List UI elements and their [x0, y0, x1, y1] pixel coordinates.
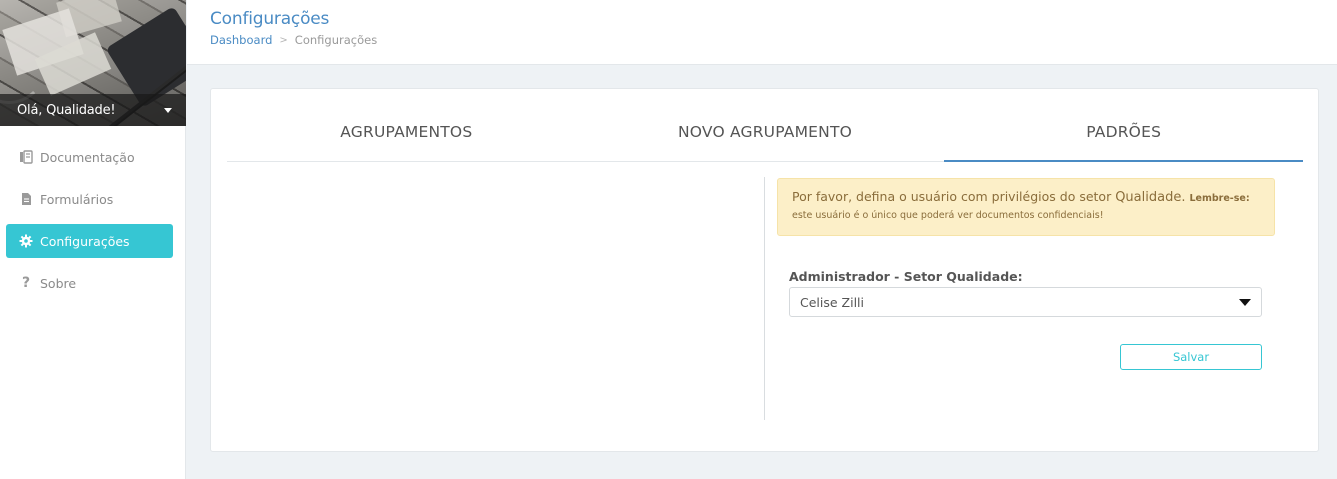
page-title: Configurações	[210, 9, 330, 29]
tab-padroes[interactable]: PADRÕES	[944, 103, 1303, 162]
page-header: Configurações Dashboard > Configurações	[187, 0, 1337, 65]
sidebar-item-label: Documentação	[40, 149, 135, 165]
alert-highlight: Qualidade.	[1115, 190, 1186, 205]
question-icon: ?	[21, 275, 31, 291]
alert-reminder-text: este usuário é o único que poderá ver do…	[792, 210, 1104, 221]
sidebar-item-label: Configurações	[40, 233, 130, 249]
tab-bar: AGRUPAMENTOS NOVO AGRUPAMENTO PADRÕES	[227, 103, 1303, 162]
settings-card: AGRUPAMENTOS NOVO AGRUPAMENTO PADRÕES Po…	[210, 88, 1319, 452]
sidebar-item-label: Formulários	[40, 191, 114, 207]
sidebar: Olá, Qualidade! Documentação Formulários…	[0, 0, 186, 479]
column-divider	[764, 177, 765, 420]
profile-banner: Olá, Qualidade!	[0, 0, 186, 126]
save-button[interactable]: Salvar	[1120, 344, 1262, 370]
tab-agrupamentos[interactable]: AGRUPAMENTOS	[227, 103, 586, 161]
admin-select[interactable]: Celise Zilli	[789, 287, 1262, 317]
breadcrumb-current: Configurações	[294, 33, 378, 47]
alert-reminder-label: Lembre-se:	[1189, 193, 1250, 204]
sidebar-item-configuracoes[interactable]: Configurações	[6, 224, 173, 258]
sidebar-item-formularios[interactable]: Formulários	[6, 182, 173, 216]
admin-field-label: Administrador - Setor Qualidade:	[789, 269, 1023, 284]
caret-down-icon	[1239, 298, 1251, 306]
admin-select-value: Celise Zilli	[800, 294, 864, 310]
user-greeting: Olá, Qualidade!	[17, 102, 116, 118]
caret-down-icon	[164, 107, 172, 113]
sidebar-item-documentacao[interactable]: Documentação	[6, 140, 173, 174]
sidebar-item-sobre[interactable]: ? Sobre	[6, 266, 173, 300]
gear-icon	[19, 234, 33, 248]
sidebar-item-label: Sobre	[40, 275, 77, 291]
warning-alert: Por favor, defina o usuário com privilég…	[777, 178, 1275, 236]
alert-text: Por favor, defina o usuário com privilég…	[792, 189, 1112, 204]
file-icon	[19, 192, 33, 206]
sidebar-nav: Documentação Formulários Configurações ?…	[0, 126, 185, 300]
book-icon	[19, 150, 33, 164]
chevron-right-icon: >	[279, 34, 288, 46]
user-menu-toggle[interactable]: Olá, Qualidade!	[0, 94, 186, 126]
tab-novo-agrupamento[interactable]: NOVO AGRUPAMENTO	[586, 103, 945, 161]
breadcrumb: Dashboard > Configurações	[210, 33, 377, 47]
breadcrumb-dashboard-link[interactable]: Dashboard	[210, 33, 272, 47]
